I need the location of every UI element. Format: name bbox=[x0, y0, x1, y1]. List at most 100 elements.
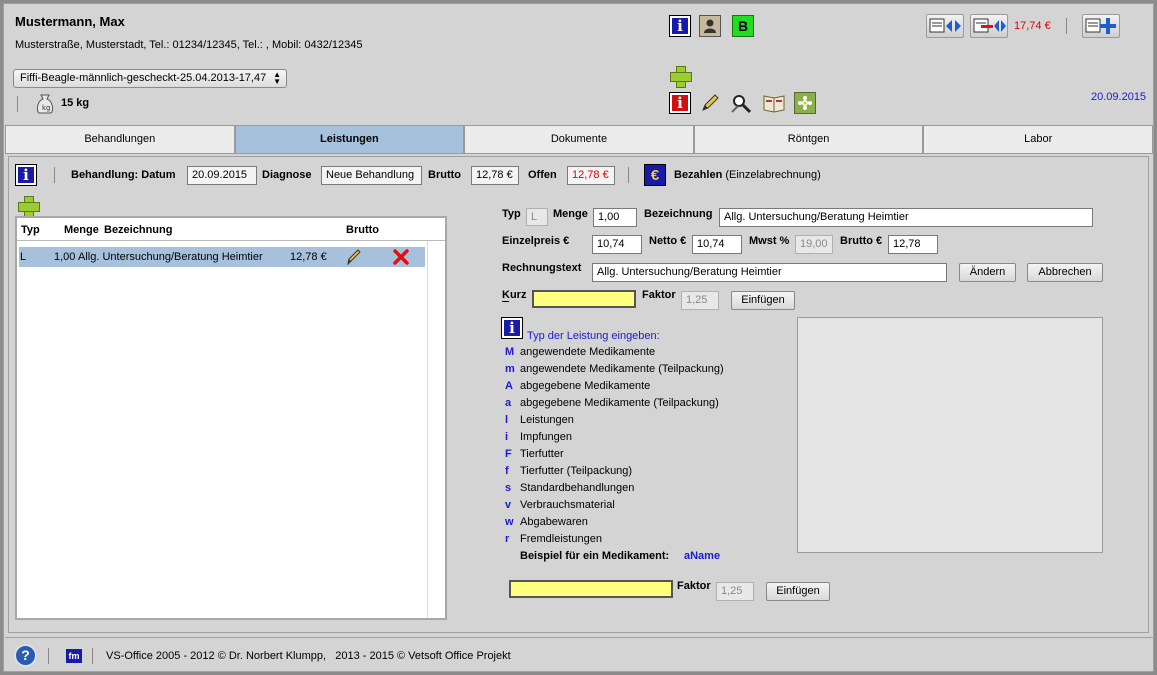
bottom-faktor-field[interactable]: 1,25 bbox=[716, 582, 754, 601]
new-invoice-button[interactable] bbox=[1082, 14, 1120, 38]
einfuegen-button[interactable]: Einfügen bbox=[731, 291, 795, 310]
status-badge-icon[interactable]: B bbox=[732, 15, 754, 37]
invoice-navigate-icon bbox=[929, 18, 961, 33]
invoice-navigate-button[interactable] bbox=[926, 14, 964, 38]
tab-roentgen[interactable]: Röntgen bbox=[693, 125, 924, 154]
kurz-field[interactable] bbox=[532, 290, 636, 308]
animal-select[interactable]: Fiffi-Beagle-männlich-gescheckt-25.04.20… bbox=[13, 69, 287, 88]
help-item-label: Impfungen bbox=[520, 431, 572, 443]
einzelpreis-field[interactable]: 10,74 bbox=[592, 235, 642, 254]
animal-select-value: Fiffi-Beagle-männlich-gescheckt-25.04.20… bbox=[20, 72, 267, 84]
kurz-underline bbox=[502, 301, 509, 302]
tab-bar: Behandlungen Leistungen Dokumente Röntge… bbox=[5, 125, 1153, 154]
mwst-field[interactable]: 19,00 bbox=[795, 235, 833, 254]
abbrechen-button[interactable]: Abbrechen bbox=[1027, 263, 1103, 282]
faktor-label: Faktor bbox=[642, 289, 676, 301]
example-value: aName bbox=[684, 550, 721, 562]
einzelpreis-label: Einzelpreis € bbox=[502, 235, 570, 247]
separator bbox=[628, 167, 629, 183]
list-scrollbar[interactable] bbox=[427, 241, 445, 618]
col-bezeichnung: Bezeichnung bbox=[104, 224, 173, 236]
status-badge-letter: B bbox=[737, 18, 749, 34]
brutto-field[interactable]: 12,78 € bbox=[471, 166, 519, 185]
menge-label: Menge bbox=[553, 208, 588, 220]
col-menge: Menge bbox=[64, 224, 99, 236]
select-arrows-icon: ▲ ▼ bbox=[273, 70, 281, 86]
bezeichnung-field[interactable]: Allg. Untersuchung/Beratung Heimtier bbox=[719, 208, 1093, 227]
current-date: 20.09.2015 bbox=[1091, 91, 1147, 103]
help-title: Typ der Leistung eingeben: bbox=[527, 330, 660, 342]
tab-behandlungen[interactable]: Behandlungen bbox=[5, 125, 235, 154]
help-item-label: angewendete Medikamente bbox=[520, 346, 656, 358]
flower-photo-icon[interactable] bbox=[794, 92, 816, 114]
help-symbol: ? bbox=[21, 647, 30, 663]
copyright-text: VS-Office 2005 - 2012 © Dr. Norbert Klum… bbox=[106, 650, 511, 662]
brutto-label: Brutto bbox=[428, 169, 461, 181]
info-icon[interactable]: i bbox=[669, 15, 691, 37]
quick-entry-field[interactable] bbox=[509, 580, 673, 598]
help-code: i bbox=[505, 431, 509, 443]
help-code: w bbox=[505, 516, 514, 528]
pay-label-sub: (Einzelabrechnung) bbox=[725, 169, 821, 181]
fm-logo-icon[interactable]: fm bbox=[66, 649, 82, 663]
faktor-field[interactable]: 1,25 bbox=[681, 291, 719, 310]
service-list[interactable]: Typ Menge Bezeichnung Brutto L 1,00 Allg… bbox=[15, 216, 447, 620]
help-icon[interactable]: ? bbox=[14, 644, 37, 667]
open-invoice-button[interactable] bbox=[970, 14, 1008, 38]
delete-row-icon[interactable] bbox=[393, 249, 409, 265]
book-icon[interactable] bbox=[763, 92, 785, 114]
row-menge: 1,00 bbox=[54, 251, 76, 263]
treatment-date-field[interactable]: 20.09.2015 bbox=[187, 166, 257, 185]
rechnungstext-label: Rechnungstext bbox=[502, 262, 582, 274]
typ-field[interactable]: L bbox=[526, 208, 548, 226]
help-item-label: Leistungen bbox=[520, 414, 574, 426]
typ-label: Typ bbox=[502, 208, 521, 220]
balance-amount: 17,74 € bbox=[1014, 20, 1051, 32]
help-code: A bbox=[505, 380, 513, 392]
treatment-info-icon[interactable]: i bbox=[15, 164, 37, 186]
help-info-icon[interactable]: i bbox=[501, 317, 523, 339]
diagnose-field[interactable]: Neue Behandlung bbox=[321, 166, 422, 185]
aendern-button[interactable]: Ändern bbox=[959, 263, 1016, 282]
weight-bag-icon[interactable]: kg bbox=[34, 91, 56, 115]
edit-pencil-icon[interactable] bbox=[699, 92, 721, 114]
help-item-label: angewendete Medikamente (Teilpackung) bbox=[520, 363, 724, 375]
help-item-label: Fremdleistungen bbox=[520, 533, 602, 545]
fm-label: fm bbox=[68, 651, 80, 661]
kurz-label: Kurz bbox=[502, 289, 527, 301]
patient-address: Musterstraße, Musterstadt, Tel.: 01234/1… bbox=[15, 39, 363, 51]
mwst-label: Mwst % bbox=[749, 235, 790, 247]
bottom-einfuegen-button[interactable]: Einfügen bbox=[766, 582, 830, 601]
rechnungstext-field[interactable]: Allg. Untersuchung/Beratung Heimtier bbox=[592, 263, 947, 282]
patient-name: Mustermann, Max bbox=[15, 14, 125, 29]
euro-pay-icon[interactable]: € bbox=[644, 164, 666, 186]
netto-field[interactable]: 10,74 bbox=[692, 235, 742, 254]
brutto-form-label: Brutto € bbox=[840, 235, 883, 247]
svg-text:kg: kg bbox=[42, 104, 51, 112]
add-service-icon[interactable] bbox=[17, 195, 40, 218]
info-red-icon[interactable]: i bbox=[669, 92, 691, 114]
search-tools-icon[interactable] bbox=[730, 92, 752, 114]
tab-labor[interactable]: Labor bbox=[923, 125, 1153, 154]
menge-field[interactable]: 1,00 bbox=[593, 208, 637, 227]
main-window: Mustermann, Max Musterstraße, Musterstad… bbox=[3, 3, 1154, 672]
brutto-form-field[interactable]: 12,78 bbox=[888, 235, 938, 254]
euro-symbol: € bbox=[650, 166, 660, 184]
help-item-label: Verbrauchsmaterial bbox=[520, 499, 615, 511]
col-brutto: Brutto bbox=[346, 224, 379, 236]
open-invoice-icon bbox=[973, 18, 1006, 33]
tab-leistungen[interactable]: Leistungen bbox=[234, 125, 465, 154]
edit-row-icon[interactable] bbox=[346, 248, 362, 266]
offen-field[interactable]: 12,78 € bbox=[567, 166, 615, 185]
tab-dokumente[interactable]: Dokumente bbox=[464, 125, 694, 154]
table-row[interactable]: L 1,00 Allg. Untersuchung/Beratung Heimt… bbox=[19, 247, 425, 267]
pay-label: Bezahlen (Einzelabrechnung) bbox=[674, 169, 821, 181]
contact-card-icon[interactable] bbox=[699, 15, 721, 37]
row-bezeichnung: Allg. Untersuchung/Beratung Heimtier bbox=[78, 251, 263, 263]
col-typ: Typ bbox=[21, 224, 40, 236]
help-code: m bbox=[505, 363, 515, 375]
help-code: F bbox=[505, 448, 512, 460]
description-area[interactable] bbox=[797, 317, 1103, 553]
netto-label: Netto € bbox=[649, 235, 687, 247]
add-icon[interactable] bbox=[669, 65, 692, 88]
